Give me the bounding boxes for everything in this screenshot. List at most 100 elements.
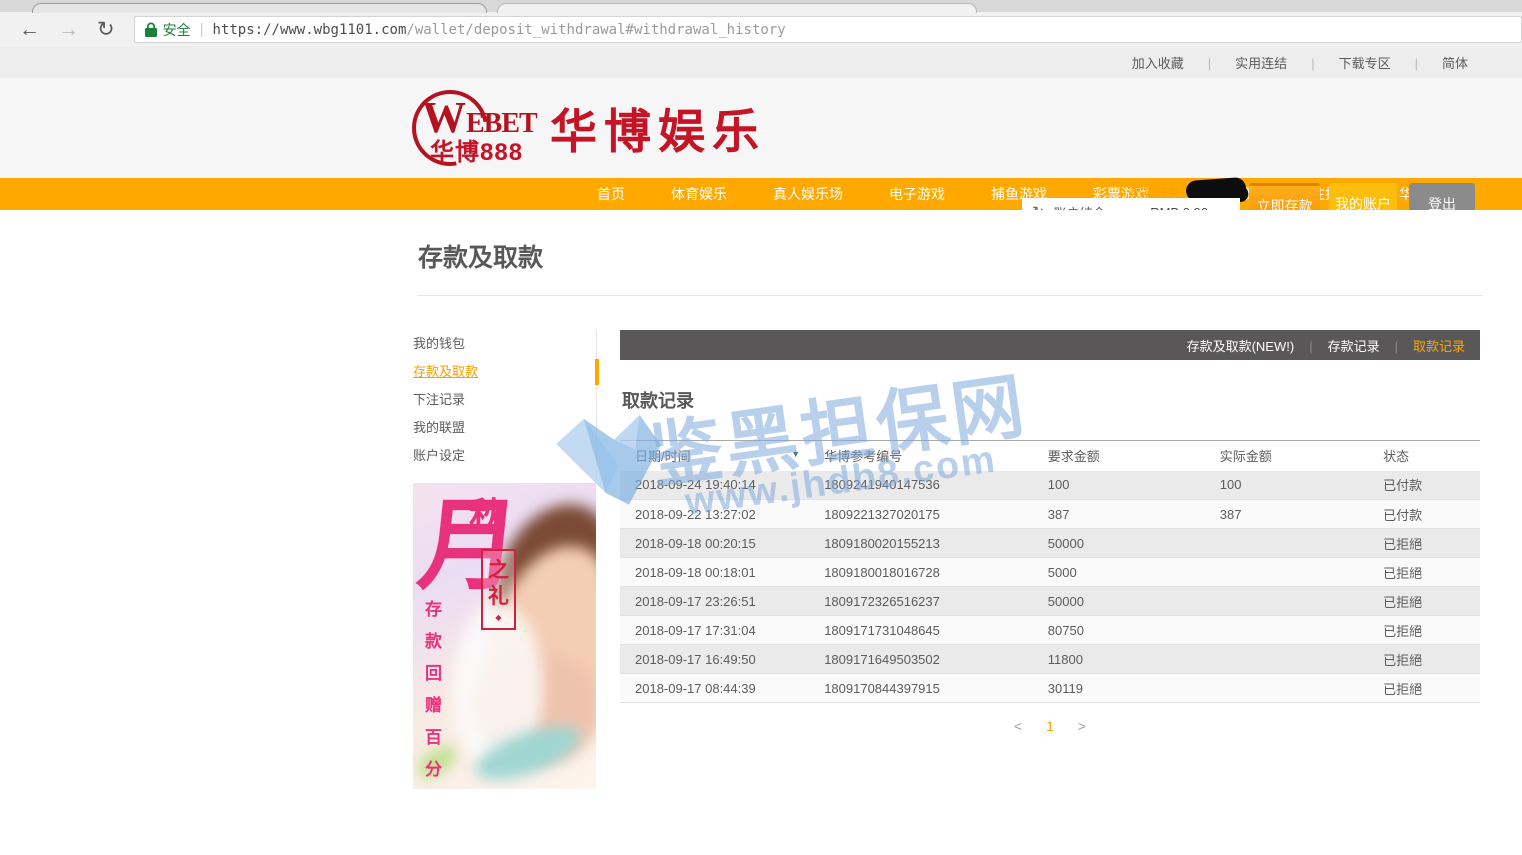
- cell-date: 2018-09-24 19:40:14: [620, 471, 809, 500]
- browser-tab[interactable]: [32, 3, 487, 13]
- table-row: 2018-09-18 00:20:15 1809180020155213 500…: [620, 529, 1480, 558]
- cell-date: 2018-09-22 13:27:02: [620, 500, 809, 529]
- table-row: 2018-09-17 17:31:04 1809171731048645 807…: [620, 616, 1480, 645]
- next-page-button[interactable]: >: [1078, 718, 1086, 734]
- cell-requested: 50000: [1033, 529, 1205, 558]
- cell-status: 已付款: [1368, 471, 1480, 500]
- cell-status: 已拒絕: [1368, 616, 1480, 645]
- utility-bar: 加入收藏实用连结下载专区简体: [0, 47, 1522, 78]
- nav-item[interactable]: 首页: [574, 184, 648, 204]
- utility-link[interactable]: 实用连结: [1235, 53, 1338, 72]
- browser-tab-strip: [0, 0, 1522, 12]
- current-page[interactable]: 1: [1046, 718, 1054, 734]
- table-row: 2018-09-17 08:44:39 1809170844397915 301…: [620, 674, 1480, 703]
- cell-ref: 1809170844397915: [809, 674, 1033, 703]
- cell-date: 2018-09-17 16:49:50: [620, 645, 809, 674]
- table-row: 2018-09-24 19:40:14 1809241940147536 100…: [620, 471, 1480, 500]
- cell-requested: 11800: [1033, 645, 1205, 674]
- column-ref: 华博参考编号: [809, 441, 1033, 471]
- sidebar-item[interactable]: 账户设定: [413, 442, 596, 470]
- cell-ref: 1809221327020175: [809, 500, 1033, 529]
- site-logo[interactable]: WEBET 华博888 华博娱乐: [410, 82, 766, 172]
- cell-requested: 387: [1033, 500, 1205, 529]
- secure-label: 安全: [163, 20, 191, 40]
- nav-item[interactable]: 电子游戏: [866, 184, 968, 204]
- utility-link[interactable]: 简体: [1442, 53, 1468, 72]
- table-header: 日期/时间▼ 华博参考编号 要求金额 实际金额 状态: [620, 441, 1480, 471]
- cell-actual: 387: [1205, 500, 1368, 529]
- cell-actual: [1205, 529, 1368, 558]
- section-title: 取款记录: [622, 387, 1480, 413]
- sidebar-item[interactable]: 下注记录: [413, 386, 596, 414]
- cell-status: 已拒絕: [1368, 674, 1480, 703]
- cell-requested: 5000: [1033, 558, 1205, 587]
- back-icon[interactable]: ←: [19, 19, 40, 40]
- reload-icon[interactable]: ↻: [97, 19, 115, 40]
- url-bar[interactable]: 安全 | https://www.wbg1101.com/wallet/depo…: [134, 16, 1522, 43]
- cell-ref: 1809180018016728: [809, 558, 1033, 587]
- cell-ref: 1809180020155213: [809, 529, 1033, 558]
- withdrawal-table: 日期/时间▼ 华博参考编号 要求金额 实际金额 状态 2018-09-24 19…: [620, 440, 1480, 703]
- browser-toolbar: ← → ↻ 安全 | https://www.wbg1101.com/walle…: [0, 12, 1522, 47]
- cell-requested: 80750: [1033, 616, 1205, 645]
- cell-requested: 30119: [1033, 674, 1205, 703]
- cell-status: 已付款: [1368, 500, 1480, 529]
- utility-link[interactable]: 下载专区: [1339, 53, 1442, 72]
- title-divider: [418, 295, 1483, 296]
- promo-seal: 之 礼 ◆: [481, 549, 516, 630]
- cell-status: 已拒絕: [1368, 587, 1480, 616]
- table-row: 2018-09-17 23:26:51 1809172326516237 500…: [620, 587, 1480, 616]
- cell-ref: 1809241940147536: [809, 471, 1033, 500]
- nav-item[interactable]: 真人娱乐场: [750, 184, 866, 204]
- site-header: WEBET 华博888 华博娱乐 欢迎回来 ↻ 账户结余 RMB 0.90 ▼ …: [0, 78, 1522, 178]
- page-url: https://www.wbg1101.com/wallet/deposit_w…: [213, 22, 786, 38]
- cell-ref: 1809171731048645: [809, 616, 1033, 645]
- cell-ref: 1809171649503502: [809, 645, 1033, 674]
- cell-actual: 100: [1205, 471, 1368, 500]
- sort-icon[interactable]: ▼: [791, 449, 800, 459]
- promo-slogan-char: 百: [425, 723, 442, 748]
- promo-seal-char2: 礼: [488, 583, 509, 609]
- page-body: 存款及取款 我的钱包存款及取款下注记录我的联盟账户设定 秋 月 之 礼 ◆ 存款…: [0, 210, 1522, 855]
- nav-item[interactable]: 体育娱乐: [648, 184, 750, 204]
- record-tab[interactable]: 取款记录: [1413, 336, 1465, 355]
- pagination: < 1 >: [620, 718, 1480, 734]
- lock-icon: [145, 22, 157, 37]
- table-row: 2018-09-17 16:49:50 1809171649503502 118…: [620, 645, 1480, 674]
- cell-date: 2018-09-17 17:31:04: [620, 616, 809, 645]
- browser-tab-active[interactable]: [497, 3, 977, 13]
- sidebar: 我的钱包存款及取款下注记录我的联盟账户设定 秋 月 之 礼 ◆ 存款回赠百分百: [413, 330, 597, 789]
- cell-requested: 50000: [1033, 587, 1205, 616]
- cell-status: 已拒絕: [1368, 558, 1480, 587]
- column-date: 日期/时间▼: [620, 441, 809, 471]
- record-tab-bar: 存款及取款(NEW!)存款记录取款记录: [620, 330, 1480, 360]
- promo-seal-char1: 之: [488, 557, 509, 583]
- column-status: 状态: [1368, 441, 1480, 471]
- cell-status: 已拒絕: [1368, 645, 1480, 674]
- promo-slogan: 存款回赠百分百: [425, 595, 442, 789]
- forward-icon[interactable]: →: [58, 19, 79, 40]
- sidebar-item[interactable]: 我的联盟: [413, 414, 596, 442]
- table-row: 2018-09-18 00:18:01 1809180018016728 500…: [620, 558, 1480, 587]
- record-tab[interactable]: 存款记录: [1328, 336, 1413, 355]
- prev-page-button[interactable]: <: [1014, 718, 1022, 734]
- cell-status: 已拒絕: [1368, 529, 1480, 558]
- cell-date: 2018-09-17 23:26:51: [620, 587, 809, 616]
- utility-link[interactable]: 加入收藏: [1132, 53, 1235, 72]
- sidebar-item[interactable]: 存款及取款: [413, 358, 596, 386]
- cell-date: 2018-09-18 00:18:01: [620, 558, 809, 587]
- promo-banner[interactable]: 秋 月 之 礼 ◆ 存款回赠百分百: [413, 483, 596, 789]
- url-path: /wallet/deposit_withdrawal#withdrawal_hi…: [406, 22, 785, 38]
- column-requested: 要求金额: [1033, 441, 1205, 471]
- promo-slogan-char: 分: [425, 755, 442, 780]
- sidebar-menu: 我的钱包存款及取款下注记录我的联盟账户设定: [413, 330, 597, 480]
- cell-date: 2018-09-18 00:20:15: [620, 529, 809, 558]
- promo-slogan-char: 百: [425, 787, 442, 789]
- record-tab[interactable]: 存款及取款(NEW!): [1187, 336, 1328, 355]
- page-title: 存款及取款: [418, 238, 543, 274]
- promo-slogan-char: 款: [425, 627, 442, 652]
- sidebar-item[interactable]: 我的钱包: [413, 330, 596, 358]
- cell-actual: [1205, 616, 1368, 645]
- main-panel: 存款及取款(NEW!)存款记录取款记录 取款记录 日期/时间▼ 华博参考编号 要…: [620, 330, 1480, 734]
- cell-actual: [1205, 674, 1368, 703]
